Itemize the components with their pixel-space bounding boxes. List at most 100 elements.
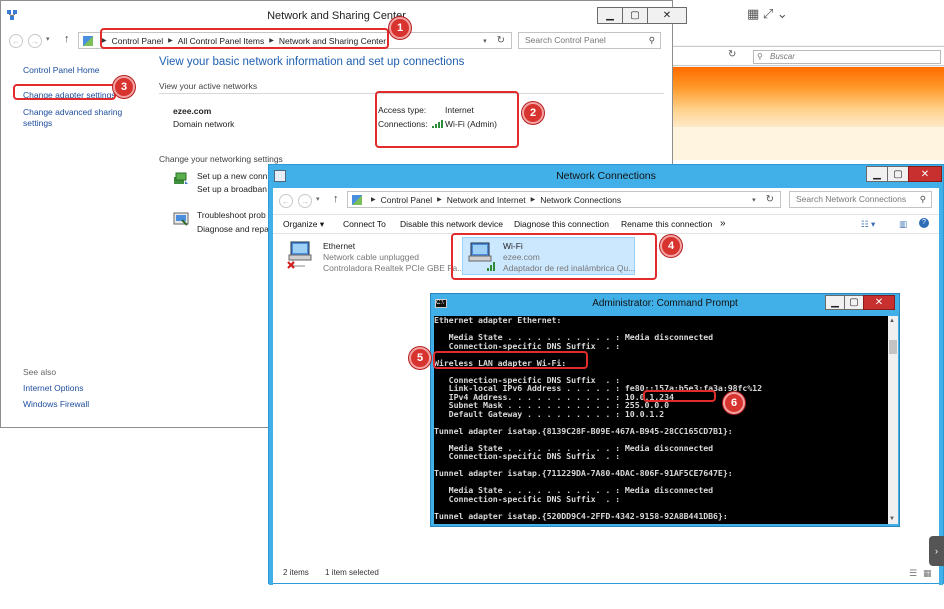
- back-icon[interactable]: ←: [9, 34, 23, 48]
- status-item-count: 2 items: [283, 568, 309, 577]
- status-selected-count: 1 item selected: [325, 568, 379, 577]
- cmd-scrollbar[interactable]: ▲ ▼: [888, 316, 898, 524]
- breadcrumb-item[interactable]: Control Panel: [381, 195, 433, 205]
- help-icon[interactable]: ?: [919, 218, 929, 228]
- annotation-number: 4: [660, 235, 682, 257]
- cmd-line: Tunnel adapter isatap.{711229DA-7A80-4DA…: [434, 468, 733, 478]
- minimize-button[interactable]: ▁: [825, 295, 845, 310]
- breadcrumb-item[interactable]: Network and Internet: [447, 195, 526, 205]
- scroll-thumb[interactable]: [889, 340, 897, 354]
- nc-window-title: Network Connections: [556, 170, 656, 182]
- minimize-button[interactable]: ▁: [597, 7, 623, 24]
- annotation-box-3: [13, 84, 116, 100]
- background-browser-window: ▦ ⤢ ⌄ ↻ ⚲ Buscar: [672, 0, 944, 160]
- nc-address-bar[interactable]: ▶ Control Panel ▶ Network and Internet ▶…: [347, 191, 781, 208]
- maximize-button[interactable]: ▢: [622, 7, 648, 24]
- cmd-line: Ethernet adapter Ethernet:: [434, 316, 562, 325]
- maximize-button[interactable]: ▢: [844, 295, 864, 310]
- setup-connection-icon: [173, 171, 189, 187]
- control-panel-icon: [83, 35, 93, 46]
- cmd-line: Connection-specific DNS Suffix . :: [434, 493, 621, 504]
- nc-right-frame: [939, 188, 943, 585]
- change-settings-label: Change your networking settings: [159, 154, 283, 164]
- troubleshoot-icon: [173, 211, 189, 227]
- recent-dropdown-icon[interactable]: ▾: [46, 35, 50, 43]
- search-icon: ⚲: [919, 194, 926, 204]
- minimize-button[interactable]: ▁: [866, 166, 888, 182]
- large-icons-view-icon[interactable]: ▦: [923, 568, 932, 579]
- nc-window-buttons: ▁ ▢ ✕: [866, 166, 942, 182]
- scroll-down-icon[interactable]: ▼: [889, 516, 895, 522]
- troubleshoot-description: Diagnose and repa: [197, 224, 269, 234]
- troubleshoot-link[interactable]: Troubleshoot prob: [197, 209, 266, 222]
- cmd-line: Connection-specific DNS Suffix . :: [434, 451, 621, 461]
- search-network-connections-input[interactable]: Search Network Connections ⚲: [789, 191, 932, 208]
- cmd-line: Connection-specific DNS Suffix . :: [434, 340, 621, 351]
- rename-connection-button[interactable]: Rename this connection: [621, 219, 712, 229]
- control-panel-icon: [352, 194, 362, 205]
- cmd-window-buttons: ▁ ▢ ✕: [825, 295, 895, 310]
- browser-refresh-icon[interactable]: ↻: [728, 49, 736, 60]
- close-button[interactable]: ✕: [647, 7, 687, 24]
- setup-new-connection-link[interactable]: Set up a new conn: [197, 170, 267, 183]
- cmd-line: Tunnel adapter isatap.{8139C28F-B09E-467…: [434, 425, 733, 436]
- preview-pane-icon[interactable]: ▥: [899, 219, 907, 230]
- up-arrow-icon[interactable]: ↑: [64, 33, 70, 45]
- cmd-line: Tunnel adapter isatap.{520DD9C4-2FFD-434…: [434, 510, 728, 521]
- browser-window-controls[interactable]: ▦ ⤢ ⌄: [747, 6, 788, 22]
- annotation-number: 2: [522, 102, 544, 124]
- maximize-button[interactable]: ▢: [887, 166, 909, 182]
- search-icon: ⚲: [648, 35, 655, 45]
- cmd-console[interactable]: Ethernet adapter Ethernet: Media State .…: [434, 316, 888, 524]
- annotation-number: 1: [389, 17, 411, 39]
- scroll-up-icon[interactable]: ▲: [889, 318, 895, 324]
- see-also-label: See also: [23, 367, 57, 377]
- browser-address-row: ↻ ⚲ Buscar: [673, 46, 944, 66]
- ethernet-adapter-device: Controladora Realtek PCIe GBE Fa...: [323, 263, 465, 273]
- active-networks-label: View your active networks: [159, 81, 258, 91]
- annotation-box-5: [433, 351, 588, 369]
- browser-search-input[interactable]: ⚲ Buscar: [753, 50, 941, 64]
- cmd-output-text: Ethernet adapter Ethernet: Media State .…: [434, 316, 888, 520]
- ethernet-adapter-icon: [287, 240, 317, 272]
- details-view-icon[interactable]: ☰: [909, 568, 917, 579]
- browser-page-banner: [673, 67, 944, 127]
- browser-top-area: ▦ ⤢ ⌄: [673, 0, 944, 45]
- annotation-box-6: [643, 390, 716, 402]
- breadcrumb-item[interactable]: Network Connections: [540, 195, 621, 205]
- organize-menu[interactable]: Organize ▾: [283, 219, 324, 230]
- control-panel-home-link[interactable]: Control Panel Home: [23, 65, 100, 76]
- page-heading: View your basic network information and …: [159, 56, 465, 68]
- annotation-number: 6: [723, 392, 745, 414]
- view-options-icon[interactable]: ☷ ▾: [861, 219, 875, 230]
- address-dropdown-icon[interactable]: ▾: [752, 196, 756, 204]
- change-advanced-sharing-link[interactable]: Change advanced sharing settings: [23, 107, 133, 129]
- annotation-box-1: [100, 28, 389, 49]
- nsc-window-buttons: ▁ ▢ ✕: [597, 7, 687, 24]
- cmd-line: Default Gateway . . . . . . . . . : 10.0…: [434, 408, 665, 419]
- refresh-icon[interactable]: ↻: [497, 35, 505, 46]
- nc-title-bar: Network Connections ▁ ▢ ✕: [269, 165, 943, 188]
- annotation-number: 5: [409, 347, 431, 369]
- annotation-box-2: [375, 91, 519, 148]
- search-icon: ⚲: [757, 52, 763, 61]
- chevron-right-icon[interactable]: ›: [929, 536, 944, 566]
- search-control-panel-input[interactable]: Search Control Panel ⚲: [518, 32, 661, 49]
- close-button[interactable]: ✕: [863, 295, 895, 310]
- forward-icon[interactable]: →: [28, 34, 42, 48]
- disable-device-button[interactable]: Disable this network device: [400, 219, 503, 229]
- more-options-button[interactable]: »: [720, 218, 726, 229]
- refresh-icon[interactable]: ↻: [766, 194, 774, 205]
- forward-icon[interactable]: →: [298, 194, 312, 208]
- close-button[interactable]: ✕: [908, 166, 942, 182]
- connect-to-button[interactable]: Connect To: [343, 219, 386, 229]
- diagnose-connection-button[interactable]: Diagnose this connection: [514, 219, 609, 229]
- internet-options-link[interactable]: Internet Options: [23, 383, 83, 394]
- ethernet-adapter-item[interactable]: Ethernet Network cable unplugged Control…: [287, 240, 464, 276]
- up-arrow-icon[interactable]: ↑: [333, 193, 339, 205]
- address-dropdown-icon[interactable]: ▾: [483, 37, 487, 45]
- recent-dropdown-icon[interactable]: ▾: [316, 195, 320, 203]
- annotation-number: 3: [113, 76, 135, 98]
- back-icon[interactable]: ←: [279, 194, 293, 208]
- windows-firewall-link[interactable]: Windows Firewall: [23, 399, 89, 410]
